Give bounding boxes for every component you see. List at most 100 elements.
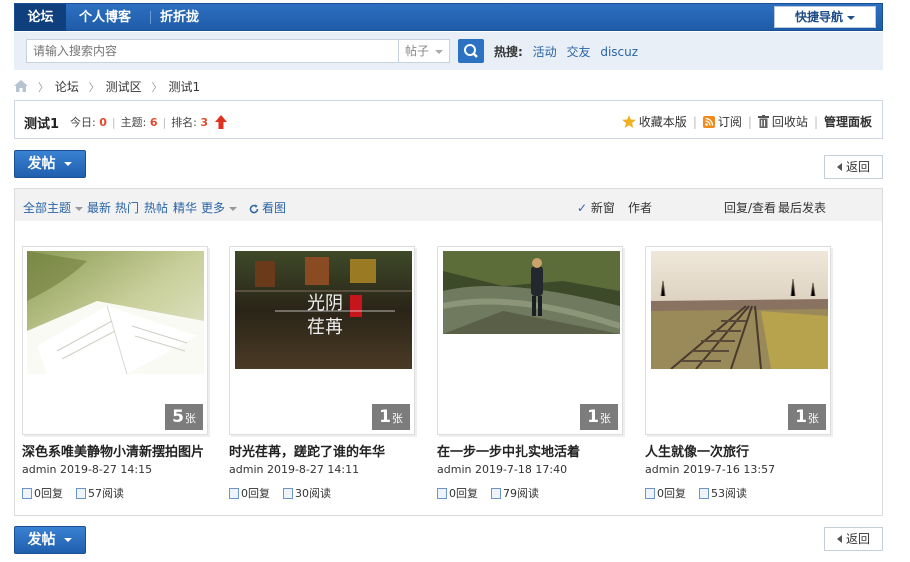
hot-keyword[interactable]: 活动	[533, 45, 557, 59]
thread-stats: 0回复 53阅读	[645, 485, 747, 501]
back-button-bottom[interactable]: 返回	[824, 527, 883, 551]
thread-title[interactable]: 时光荏苒，蹉跎了谁的年华	[229, 441, 385, 460]
hot-keyword[interactable]: discuz	[600, 45, 638, 59]
breadcrumb-separator: 〉	[37, 81, 49, 94]
reply-count: 0回复	[34, 487, 63, 500]
trash-icon	[757, 115, 769, 128]
back-arrow-icon	[836, 535, 842, 543]
admin-panel-link[interactable]: 管理面板	[824, 115, 872, 129]
thread-author-date: admin 2019-8-27 14:15	[22, 463, 153, 476]
rank-value: 3	[200, 116, 209, 129]
quick-nav-label: 快捷导航	[794, 10, 843, 24]
recycle-bin-link[interactable]: 回收站	[757, 115, 808, 129]
hot-search: 热搜: 活动 交友 discuz	[494, 43, 638, 60]
chevron-down-icon	[229, 206, 238, 211]
back-button[interactable]: 返回	[824, 155, 883, 179]
favorite-board-label: 收藏本版	[638, 115, 687, 129]
filter-digest[interactable]: 精华	[173, 199, 197, 216]
hot-keyword[interactable]: 交友	[566, 45, 590, 59]
search-type-select[interactable]: 帖子	[398, 39, 450, 63]
breadcrumb-forum[interactable]: 论坛	[55, 80, 79, 94]
thread-thumbnail[interactable]	[443, 251, 620, 334]
topics-label: 主题:	[120, 116, 147, 129]
chevron-down-icon	[75, 206, 84, 211]
thread-author-date: admin 2019-7-18 17:40	[437, 463, 568, 476]
image-count: 1	[587, 407, 599, 427]
subscribe-link[interactable]: 订阅	[702, 115, 742, 129]
filter-popular[interactable]: 热门	[115, 199, 139, 216]
tab-blog[interactable]: 个人博客	[79, 4, 131, 31]
new-post-button-bottom[interactable]: 发帖	[14, 526, 86, 554]
thread-title[interactable]: 在一步一步中扎实地活着	[437, 441, 580, 460]
chevron-down-icon	[64, 162, 73, 166]
view-pictures-label: 看图	[262, 201, 287, 215]
image-count-badge: 1张	[580, 404, 618, 430]
chevron-down-icon	[435, 49, 444, 54]
thumbnail-image: 光阴 荏苒	[235, 251, 412, 369]
view-pictures-link[interactable]: 看图	[249, 199, 286, 216]
chevron-down-icon	[64, 538, 73, 542]
search-bar: 帖子 热搜: 活动 交友 discuz	[14, 32, 883, 70]
reply-count: 0回复	[657, 487, 686, 500]
chevron-down-icon	[847, 15, 855, 20]
rss-icon	[702, 116, 715, 128]
read-count: 30阅读	[295, 487, 331, 500]
image-count-unit: 张	[599, 412, 611, 425]
breadcrumb-board[interactable]: 测试1	[169, 80, 201, 94]
image-count: 1	[379, 407, 391, 427]
filter-latest[interactable]: 最新	[87, 199, 111, 216]
search-button[interactable]	[458, 39, 484, 63]
thumbnail-image	[651, 251, 828, 369]
rank-label: 排名:	[171, 116, 197, 129]
filter-more[interactable]: 更多	[201, 199, 238, 216]
today-label: 今日:	[70, 116, 96, 129]
hot-search-label: 热搜:	[494, 45, 523, 59]
reply-count: 0回复	[449, 487, 478, 500]
today-count: 0	[99, 116, 107, 129]
search-type-label: 帖子	[405, 44, 430, 58]
thread-thumbnail[interactable]: 光阴 荏苒	[235, 251, 412, 369]
reply-icon	[22, 488, 32, 499]
subscribe-label: 订阅	[717, 115, 742, 129]
breadcrumb: 〉论坛 〉测试区 〉测试1	[14, 78, 200, 95]
favorite-board-link[interactable]: 收藏本版	[621, 115, 687, 129]
poster-title-line1: 光阴	[307, 293, 343, 314]
rank-up-arrow-icon	[214, 115, 227, 129]
new-post-button[interactable]: 发帖	[14, 150, 86, 178]
breadcrumb-separator: 〉	[151, 81, 163, 94]
thread-title[interactable]: 人生就像一次旅行	[645, 441, 749, 460]
thread-stats: 0回复 79阅读	[437, 485, 539, 501]
thread-title[interactable]: 深色系唯美静物小清新摆拍图片	[22, 441, 204, 460]
read-count: 79阅读	[503, 487, 539, 500]
new-window-toggle[interactable]: ✓ 新窗	[577, 199, 615, 216]
thumbnail-image	[443, 251, 620, 334]
thread-card[interactable]: 光阴 荏苒 1张	[229, 246, 415, 435]
last-post-column-header: 最后发表	[778, 201, 827, 215]
tab-zhezhelong[interactable]: 折折拢	[160, 4, 199, 31]
search-input[interactable]	[26, 39, 411, 63]
thread-card[interactable]: 1张	[645, 246, 831, 435]
checkmark-icon: ✓	[577, 201, 588, 215]
recycle-bin-label: 回收站	[771, 115, 808, 129]
thread-card[interactable]: 5张	[22, 246, 208, 435]
back-label: 返回	[845, 160, 870, 174]
filter-all-topics[interactable]: 全部主题	[23, 199, 84, 216]
quick-nav-button[interactable]: 快捷导航	[774, 6, 876, 28]
image-count-badge: 1张	[372, 404, 410, 430]
thread-thumbnail[interactable]	[27, 251, 204, 374]
forum-header: 测试1 今日: 0 | 主题: 6 | 排名: 3 收藏本版 | 订阅 | 回收站 | 管理面板	[14, 100, 883, 139]
thread-card[interactable]: 1张	[437, 246, 623, 435]
filter-hot[interactable]: 热帖	[144, 199, 168, 216]
tab-forum[interactable]: 论坛	[15, 4, 66, 31]
breadcrumb-section[interactable]: 测试区	[106, 80, 142, 94]
tab-divider	[150, 11, 151, 24]
image-count: 1	[795, 407, 807, 427]
thumbnail-image	[27, 251, 204, 374]
new-window-label: 新窗	[590, 201, 615, 215]
thread-thumbnail[interactable]	[651, 251, 828, 369]
forum-tools: 收藏本版 | 订阅 | 回收站 | 管理面板	[621, 113, 872, 130]
home-icon[interactable]	[14, 80, 28, 92]
reply-count: 0回复	[241, 487, 270, 500]
read-icon	[491, 488, 501, 499]
back-arrow-icon	[836, 163, 842, 171]
